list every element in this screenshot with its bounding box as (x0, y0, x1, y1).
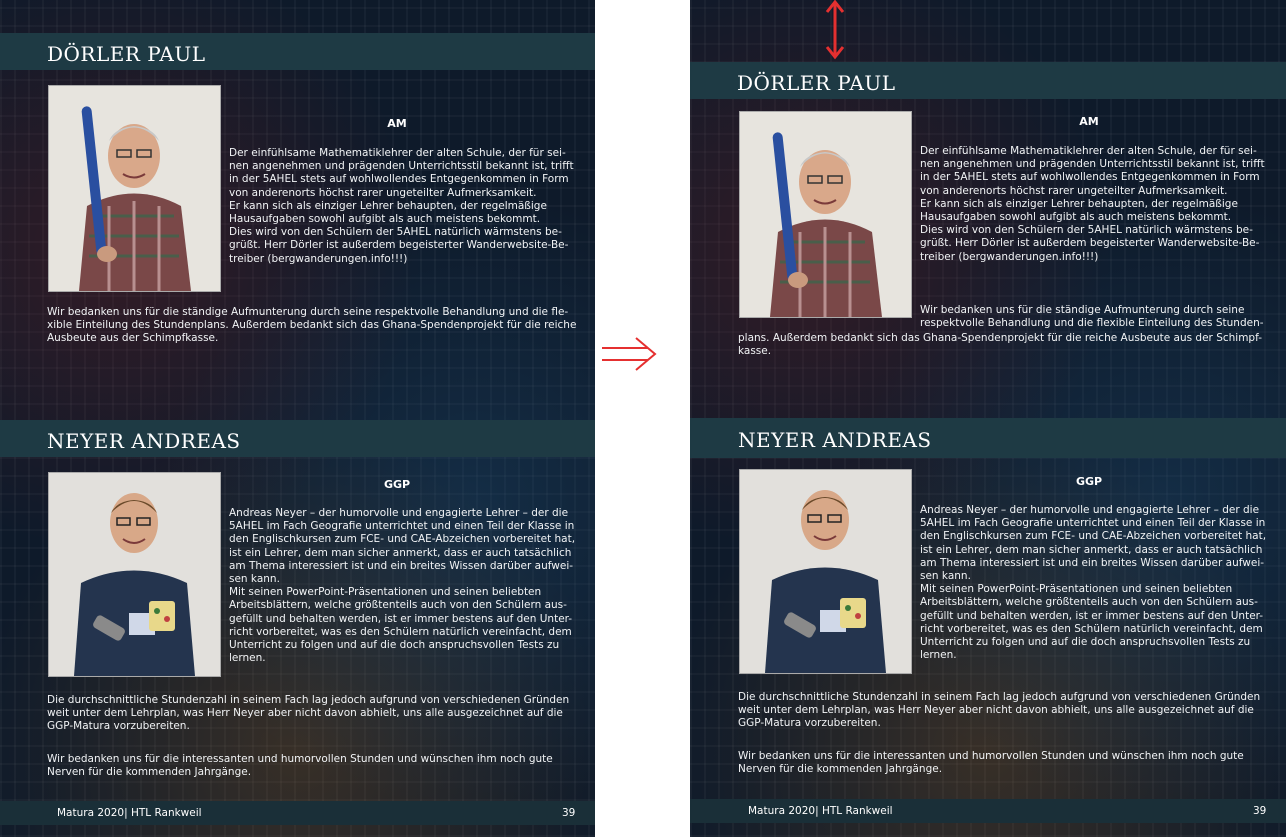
teacher-description: Der einfühlsame Mathematiklehrer der alt… (920, 145, 1265, 263)
thanks-paragraph: Wir bedanken uns für die interessanten u… (47, 753, 553, 779)
teacher-photo (48, 472, 221, 677)
teacher-photo (739, 469, 912, 674)
teacher-photo (48, 85, 221, 292)
page-before: DÖRLER PAUL AM Der einfühlsame Mathemati… (0, 0, 595, 837)
teacher-name: NEYER ANDREAS (738, 428, 932, 452)
page-number: 39 (1253, 805, 1267, 817)
subject-label: AM (1079, 115, 1099, 128)
transition-arrow-icon (602, 337, 657, 371)
thanks-paragraph: Wir bedanken uns für die interessanten u… (738, 750, 1244, 776)
page-after: DÖRLER PAUL AM Der einfühlsame Mathemati… (690, 0, 1286, 837)
teacher-description: Der einfühlsame Mathematiklehrer der alt… (229, 147, 574, 265)
teacher-photo (739, 111, 912, 318)
teacher-description: Andreas Neyer – der humorvolle und engag… (920, 504, 1267, 662)
thanks-paragraph: Wir bedanken uns für die ständige Aufmun… (920, 304, 1264, 330)
page-number: 39 (562, 807, 576, 819)
thanks-paragraph: Wir bedanken uns für die ständige Aufmun… (47, 306, 577, 345)
footer-title: Matura 2020| HTL Rankweil (57, 807, 202, 819)
vertical-offset-arrow-icon (825, 0, 845, 60)
subject-label: GGP (1075, 475, 1103, 488)
teacher-name: NEYER ANDREAS (47, 429, 241, 453)
thanks-paragraph-continued: plans. Außerdem bedankt sich das Ghana-S… (738, 332, 1263, 358)
paragraph: Die durchschnittliche Stundenzahl in sei… (47, 694, 570, 733)
footer-title: Matura 2020| HTL Rankweil (748, 805, 893, 817)
subject-label: AM (387, 117, 407, 130)
teacher-name: DÖRLER PAUL (737, 71, 896, 95)
paragraph: Die durchschnittliche Stundenzahl in sei… (738, 691, 1261, 730)
teacher-name: DÖRLER PAUL (47, 42, 206, 66)
teacher-description: Andreas Neyer – der humorvolle und engag… (229, 507, 576, 665)
subject-label: GGP (383, 478, 411, 491)
